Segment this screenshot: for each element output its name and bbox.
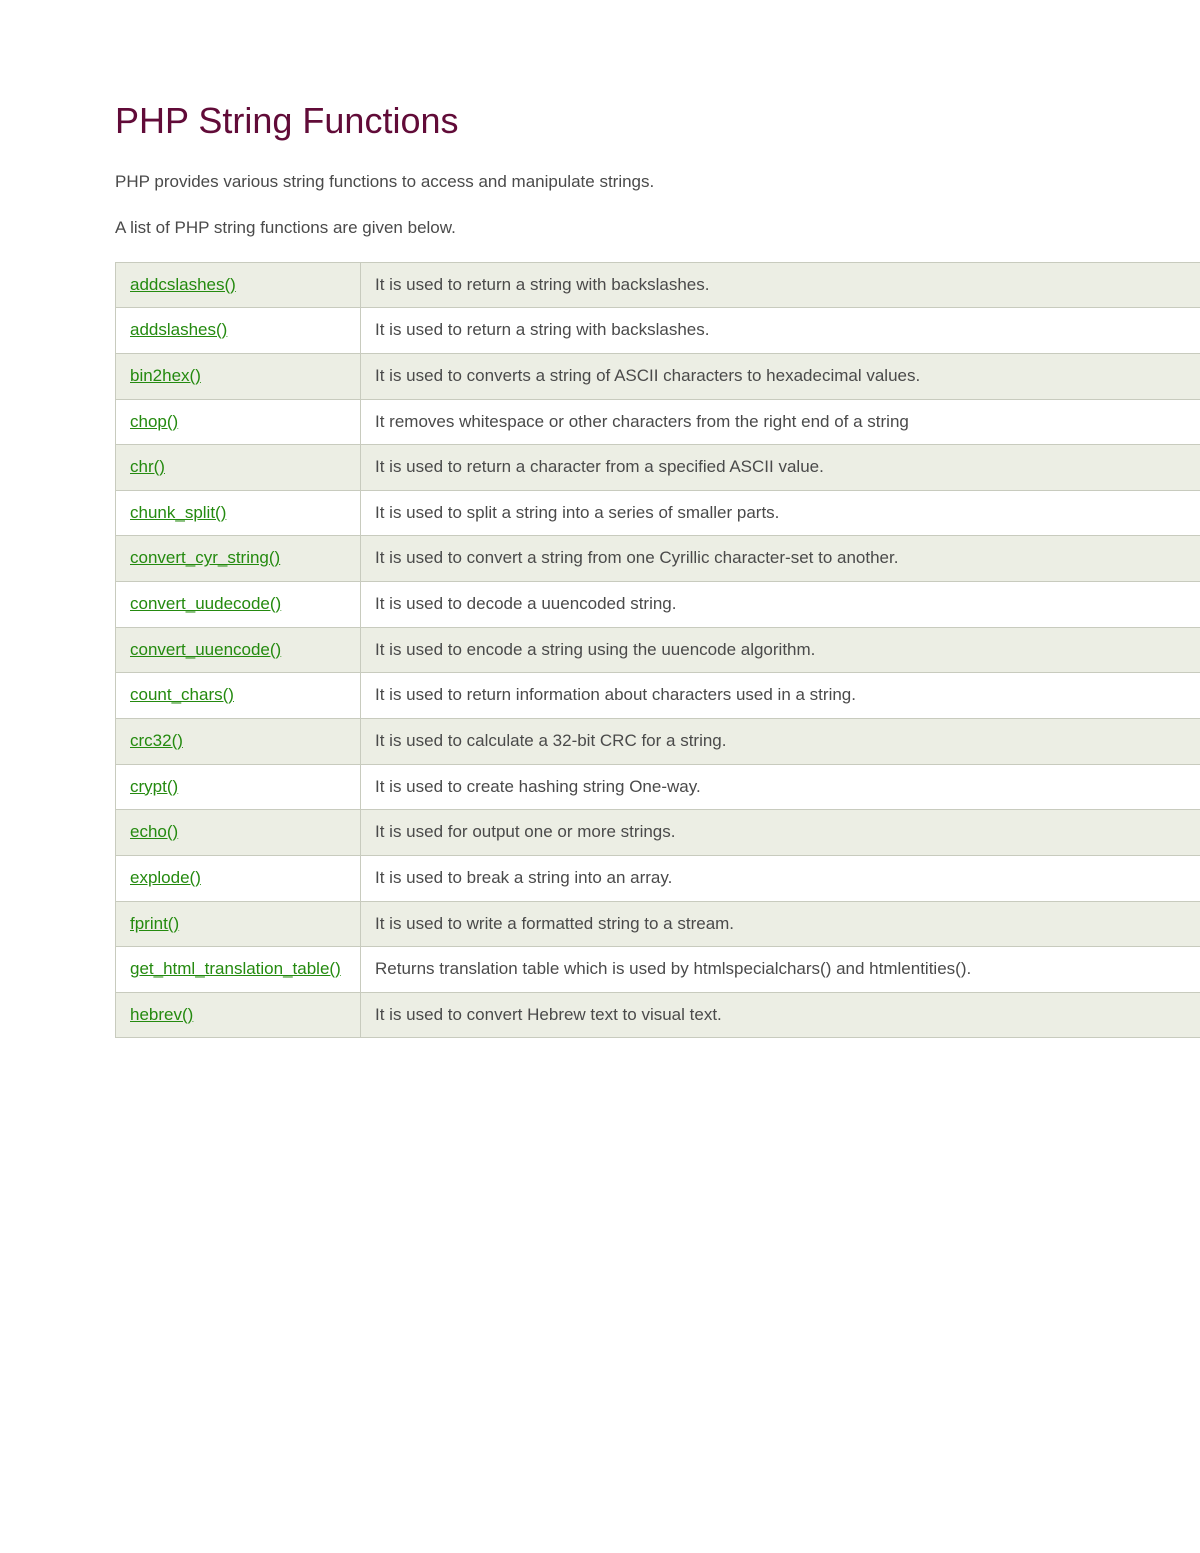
function-name-cell: fprint() xyxy=(116,901,361,947)
table-row: chr() It is used to return a character fr… xyxy=(116,445,1200,491)
function-description-cell: It is used to return information about c… xyxy=(361,673,1200,719)
function-link[interactable]: convert_uudecode() xyxy=(130,594,281,613)
function-description-cell: It is used to decode a uuencoded string. xyxy=(361,582,1200,628)
function-name-cell: convert_uuencode() xyxy=(116,627,361,673)
table-row: chop() It removes whitespace or other cha… xyxy=(116,399,1200,445)
function-description-cell: It is used to encode a string using the … xyxy=(361,627,1200,673)
function-name-cell: get_html_translation_table() xyxy=(116,947,361,993)
table-row: count_chars() It is used to return inform… xyxy=(116,673,1200,719)
function-link[interactable]: hebrev() xyxy=(130,1005,193,1024)
page-title: PHP String Functions xyxy=(115,100,1200,142)
function-name-cell: bin2hex() xyxy=(116,353,361,399)
function-link[interactable]: fprint() xyxy=(130,914,179,933)
function-description-cell: It is used to converts a string of ASCII… xyxy=(361,353,1200,399)
table-row: chunk_split() It is used to split a strin… xyxy=(116,490,1200,536)
function-description-cell: It is used for output one or more string… xyxy=(361,810,1200,856)
function-name-cell: explode() xyxy=(116,855,361,901)
function-name-cell: addslashes() xyxy=(116,308,361,354)
function-description-cell: Returns translation table which is used … xyxy=(361,947,1200,993)
function-name-cell: crypt() xyxy=(116,764,361,810)
function-description-cell: It is used to create hashing string One-… xyxy=(361,764,1200,810)
function-link[interactable]: crypt() xyxy=(130,777,178,796)
function-link[interactable]: addcslashes() xyxy=(130,275,236,294)
function-link[interactable]: chop() xyxy=(130,412,178,431)
function-name-cell: convert_uudecode() xyxy=(116,582,361,628)
function-description-cell: It is used to return a character from a … xyxy=(361,445,1200,491)
function-link[interactable]: chunk_split() xyxy=(130,503,226,522)
content-area: PHP String Functions PHP provides variou… xyxy=(115,100,1200,1038)
table-row: convert_uuencode() It is used to encode a… xyxy=(116,627,1200,673)
function-description-cell: It is used to calculate a 32-bit CRC for… xyxy=(361,719,1200,765)
table-row: get_html_translation_table() Returns tran… xyxy=(116,947,1200,993)
function-description-cell: It is used to split a string into a seri… xyxy=(361,490,1200,536)
function-link[interactable]: convert_cyr_string() xyxy=(130,548,280,567)
table-row: convert_uudecode() It is used to decode a… xyxy=(116,582,1200,628)
function-name-cell: crc32() xyxy=(116,719,361,765)
function-name-cell: hebrev() xyxy=(116,992,361,1038)
function-name-cell: echo() xyxy=(116,810,361,856)
function-link[interactable]: bin2hex() xyxy=(130,366,201,385)
function-name-cell: chunk_split() xyxy=(116,490,361,536)
function-link[interactable]: chr() xyxy=(130,457,165,476)
table-row: echo() It is used for output one or more … xyxy=(116,810,1200,856)
table-row: crypt() It is used to create hashing stri… xyxy=(116,764,1200,810)
function-link[interactable]: crc32() xyxy=(130,731,183,750)
table-row: fprint() It is used to write a formatted … xyxy=(116,901,1200,947)
function-link[interactable]: explode() xyxy=(130,868,201,887)
function-link[interactable]: convert_uuencode() xyxy=(130,640,281,659)
function-description-cell: It is used to return a string with backs… xyxy=(361,308,1200,354)
table-row: explode() It is used to break a string in… xyxy=(116,855,1200,901)
function-name-cell: chr() xyxy=(116,445,361,491)
function-description-cell: It is used to break a string into an arr… xyxy=(361,855,1200,901)
function-name-cell: addcslashes() xyxy=(116,262,361,308)
table-row: bin2hex() It is used to converts a string… xyxy=(116,353,1200,399)
table-row: hebrev() It is used to convert Hebrew tex… xyxy=(116,992,1200,1038)
functions-table: addcslashes() It is used to return a stri… xyxy=(115,262,1200,1039)
function-link[interactable]: count_chars() xyxy=(130,685,234,704)
table-row: convert_cyr_string() It is used to conver… xyxy=(116,536,1200,582)
function-name-cell: count_chars() xyxy=(116,673,361,719)
intro-paragraph-2: A list of PHP string functions are given… xyxy=(115,216,1200,240)
function-description-cell: It is used to convert Hebrew text to vis… xyxy=(361,992,1200,1038)
function-link[interactable]: get_html_translation_table() xyxy=(130,959,341,978)
document-page: PHP String Functions PHP provides variou… xyxy=(0,0,1200,1038)
table-row: addcslashes() It is used to return a stri… xyxy=(116,262,1200,308)
function-description-cell: It is used to convert a string from one … xyxy=(361,536,1200,582)
table-row: crc32() It is used to calculate a 32-bit … xyxy=(116,719,1200,765)
table-row: addslashes() It is used to return a strin… xyxy=(116,308,1200,354)
function-description-cell: It is used to write a formatted string t… xyxy=(361,901,1200,947)
intro-paragraph-1: PHP provides various string functions to… xyxy=(115,170,1200,194)
function-name-cell: chop() xyxy=(116,399,361,445)
function-link[interactable]: echo() xyxy=(130,822,178,841)
function-link[interactable]: addslashes() xyxy=(130,320,227,339)
function-description-cell: It is used to return a string with backs… xyxy=(361,262,1200,308)
function-name-cell: convert_cyr_string() xyxy=(116,536,361,582)
function-description-cell: It removes whitespace or other character… xyxy=(361,399,1200,445)
